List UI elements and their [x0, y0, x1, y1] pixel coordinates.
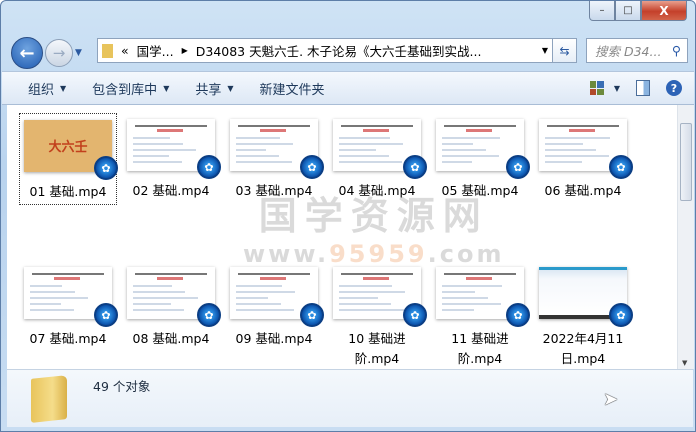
video-player-icon: ✿	[300, 303, 324, 327]
views-icon	[589, 81, 604, 95]
video-player-icon: ✿	[197, 155, 221, 179]
organize-button[interactable]: 组织 ▼	[28, 79, 66, 98]
breadcrumb-item[interactable]: 国学...	[137, 41, 174, 60]
video-player-icon: ✿	[609, 303, 633, 327]
video-player-icon: ✿	[197, 303, 221, 327]
close-button[interactable]: X	[641, 1, 687, 21]
search-icon[interactable]: ⚲	[672, 43, 681, 58]
breadcrumb-separator-icon[interactable]: ▶	[182, 46, 188, 55]
folder-icon	[102, 43, 113, 58]
command-bar: 组织 ▼ 包含到库中 ▼ 共享 ▼ 新建文件夹 ▼ ?	[2, 71, 694, 105]
back-button[interactable]: ←	[11, 37, 43, 69]
item-count: 49 个对象	[93, 379, 151, 394]
file-name: 04 基础.mp4	[338, 183, 416, 198]
share-label: 共享	[195, 82, 222, 98]
video-player-icon: ✿	[94, 156, 118, 180]
file-name: 10 基础进阶.mp4	[348, 331, 406, 366]
details-pane: 49 个对象	[7, 369, 693, 427]
share-button[interactable]: 共享 ▼	[195, 79, 233, 98]
search-placeholder: 搜索 D34...	[595, 44, 662, 59]
address-dropdown-icon[interactable]: ▼	[542, 46, 548, 55]
video-player-icon: ✿	[403, 303, 427, 327]
file-item[interactable]: ✿ 2022年4月11日.mp4	[534, 261, 633, 369]
file-item[interactable]: ✿ 08 基础.mp4	[122, 261, 221, 351]
file-item[interactable]: ✿ 06 基础.mp4	[534, 113, 633, 203]
new-folder-label: 新建文件夹	[259, 82, 325, 98]
file-name: 03 基础.mp4	[235, 183, 313, 198]
chevron-down-icon[interactable]: ▼	[614, 84, 620, 93]
refresh-button[interactable]: ⇆	[553, 38, 577, 63]
maximize-button[interactable]: □	[615, 1, 641, 21]
file-item[interactable]: ✿ 10 基础进阶.mp4	[328, 261, 427, 369]
chevron-down-icon: ▼	[60, 83, 67, 93]
address-bar[interactable]: « 国学... ▶ D34083 天魁六壬. 木子论易《大六壬基础到实战... …	[97, 38, 553, 63]
mouse-cursor-icon: ➤	[603, 389, 619, 410]
forward-button[interactable]: →	[45, 39, 73, 67]
file-item[interactable]: ✿ 04 基础.mp4	[328, 113, 427, 203]
file-name: 05 基础.mp4	[441, 183, 519, 198]
file-item[interactable]: ✿ 03 基础.mp4	[225, 113, 324, 203]
file-name: 2022年4月11日.mp4	[542, 331, 624, 366]
scrollbar-thumb[interactable]	[680, 123, 692, 201]
navigation-buttons: ← → ▼	[11, 37, 82, 69]
recent-pages-dropdown-icon[interactable]: ▼	[75, 48, 82, 58]
address-overflow[interactable]: «	[121, 43, 129, 58]
chevron-down-icon: ▼	[227, 83, 234, 93]
file-name: 11 基础进阶.mp4	[451, 331, 509, 366]
folder-icon	[31, 374, 67, 423]
video-player-icon: ✿	[506, 303, 530, 327]
file-item[interactable]: ✿ 09 基础.mp4	[225, 261, 324, 351]
thumbnail-title: 大六壬	[48, 140, 88, 155]
scroll-down-icon[interactable]: ▼	[682, 359, 687, 367]
video-player-icon: ✿	[506, 155, 530, 179]
file-item[interactable]: 大六壬 ✿ 01 基础.mp4	[19, 113, 118, 205]
help-button[interactable]: ?	[666, 80, 682, 96]
file-name: 01 基础.mp4	[29, 184, 107, 199]
file-name: 07 基础.mp4	[29, 331, 107, 346]
file-item[interactable]: ✿ 11 基础进阶.mp4	[431, 261, 530, 369]
file-item[interactable]: ✿ 02 基础.mp4	[122, 113, 221, 203]
file-name: 09 基础.mp4	[235, 331, 313, 346]
vertical-scrollbar[interactable]: ▼	[677, 105, 694, 369]
window-controls: – □ X	[589, 1, 687, 21]
file-view: 国学资源网 www.95959.com 大六壬 ✿ 01 基础.mp4 ✿ 02 基础.…	[7, 105, 677, 369]
breadcrumb-item[interactable]: D34083 天魁六壬. 木子论易《大六壬基础到实战...	[196, 41, 482, 60]
preview-pane-button[interactable]	[636, 80, 650, 96]
organize-label: 组织	[28, 82, 55, 98]
video-player-icon: ✿	[300, 155, 324, 179]
video-player-icon: ✿	[609, 155, 633, 179]
chevron-down-icon: ▼	[163, 83, 170, 93]
file-name: 08 基础.mp4	[132, 331, 210, 346]
include-library-label: 包含到库中	[92, 82, 158, 98]
search-input[interactable]: 搜索 D34... ⚲	[586, 38, 688, 63]
new-folder-button[interactable]: 新建文件夹	[260, 79, 325, 98]
video-player-icon: ✿	[403, 155, 427, 179]
minimize-button[interactable]: –	[589, 1, 615, 21]
file-item[interactable]: ✿ 07 基础.mp4	[19, 261, 118, 351]
file-name: 06 基础.mp4	[544, 183, 622, 198]
include-library-button[interactable]: 包含到库中 ▼	[92, 79, 169, 98]
file-item[interactable]: ✿ 05 基础.mp4	[431, 113, 530, 203]
explorer-window: – □ X ← → ▼ « 国学... ▶ D34083 天魁六壬. 木子论易《…	[0, 0, 696, 432]
video-player-icon: ✿	[94, 303, 118, 327]
change-view-button[interactable]: ▼	[589, 81, 620, 95]
file-name: 02 基础.mp4	[132, 183, 210, 198]
